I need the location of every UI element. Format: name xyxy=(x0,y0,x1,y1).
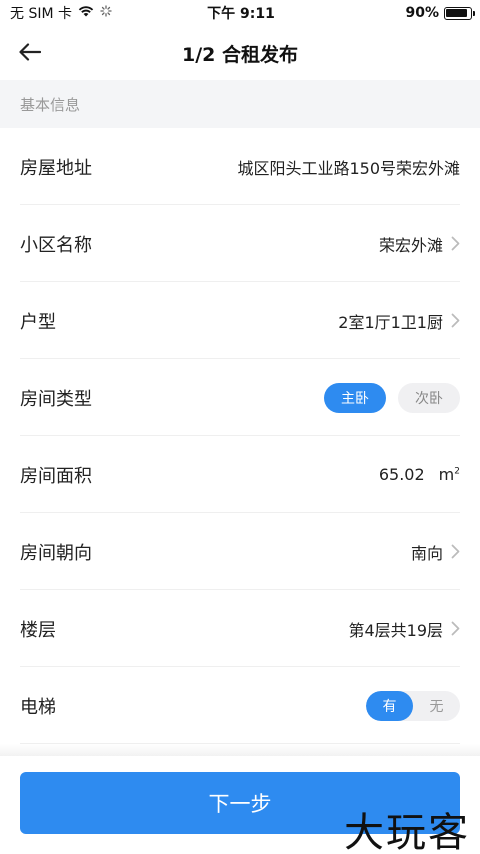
page-title: 1/2 合租发布 xyxy=(182,43,298,66)
elevator-toggle: 有 无 xyxy=(366,690,460,721)
row-label: 房间面积 xyxy=(20,465,92,487)
row-label: 楼层 xyxy=(20,619,56,641)
community-value: 荣宏外滩 xyxy=(378,235,443,255)
row-community[interactable]: 小区名称 荣宏外滩 xyxy=(0,205,480,282)
address-value: 城区阳头工业路150号荣宏外滩 xyxy=(237,158,460,178)
row-label: 房间朝向 xyxy=(20,542,92,564)
unit-text: m xyxy=(438,465,455,484)
row-value-wrap: 第4层共19层 xyxy=(348,617,460,641)
row-layout[interactable]: 户型 2室1厅1卫1厨 xyxy=(0,282,480,359)
row-value-wrap: 2室1厅1卫1厨 xyxy=(338,309,460,333)
area-value[interactable]: 65.02 xyxy=(379,465,425,484)
back-button[interactable] xyxy=(16,40,44,68)
chevron-right-icon xyxy=(451,313,460,328)
row-label: 房屋地址 xyxy=(20,157,92,179)
elevator-yes-option[interactable]: 有 xyxy=(366,690,413,721)
watermark-logo: 大玩客 xyxy=(344,810,470,854)
chevron-right-icon xyxy=(451,621,460,636)
row-label: 电梯 xyxy=(20,696,56,718)
room-type-master-chip[interactable]: 主卧 xyxy=(324,382,386,413)
battery-icon xyxy=(443,6,475,20)
row-orientation[interactable]: 房间朝向 南向 xyxy=(0,513,480,590)
section-header-basic-info: 基本信息 xyxy=(0,80,480,128)
row-label: 房间类型 xyxy=(20,388,92,410)
elevator-no-option[interactable]: 无 xyxy=(413,691,460,721)
battery-percent: 90% xyxy=(405,5,439,21)
status-left: 无 SIM 卡 xyxy=(10,3,160,23)
nav-bar: 1/2 合租发布 xyxy=(0,26,480,80)
row-floor[interactable]: 楼层 第4层共19层 xyxy=(0,590,480,667)
room-type-second-chip[interactable]: 次卧 xyxy=(398,382,460,413)
status-bar: 无 SIM 卡 下午 9:11 90% xyxy=(0,0,480,26)
layout-value: 2室1厅1卫1厨 xyxy=(338,312,443,332)
battery-fill xyxy=(446,9,468,17)
row-label: 户型 xyxy=(20,311,56,333)
room-type-options: 主卧 次卧 xyxy=(324,382,460,413)
row-value-wrap: 荣宏外滩 xyxy=(379,232,460,256)
row-room-type: 房间类型 主卧 次卧 xyxy=(0,359,480,436)
status-right: 90% xyxy=(322,5,475,21)
wifi-icon xyxy=(78,5,94,21)
row-label: 小区名称 xyxy=(20,234,92,256)
loading-spinner-icon xyxy=(100,5,112,21)
chevron-right-icon xyxy=(451,544,460,559)
bottom-divider xyxy=(0,744,480,756)
unit-sup: 2 xyxy=(454,466,460,477)
row-elevator: 电梯 有 无 xyxy=(0,667,480,744)
orientation-value: 南向 xyxy=(410,543,443,563)
area-unit: m2 xyxy=(439,465,460,484)
carrier-text: 无 SIM 卡 xyxy=(10,6,72,22)
status-time: 下午 9:11 xyxy=(207,6,275,22)
arrow-left-icon xyxy=(19,43,42,65)
row-value-wrap: 南向 xyxy=(411,540,460,564)
floor-value: 第4层共19层 xyxy=(348,620,443,640)
chevron-right-icon xyxy=(451,236,460,251)
row-address[interactable]: 房屋地址 城区阳头工业路150号荣宏外滩 xyxy=(0,128,480,205)
row-value-wrap: 65.02 m2 xyxy=(379,465,460,484)
row-area[interactable]: 房间面积 65.02 m2 xyxy=(0,436,480,513)
